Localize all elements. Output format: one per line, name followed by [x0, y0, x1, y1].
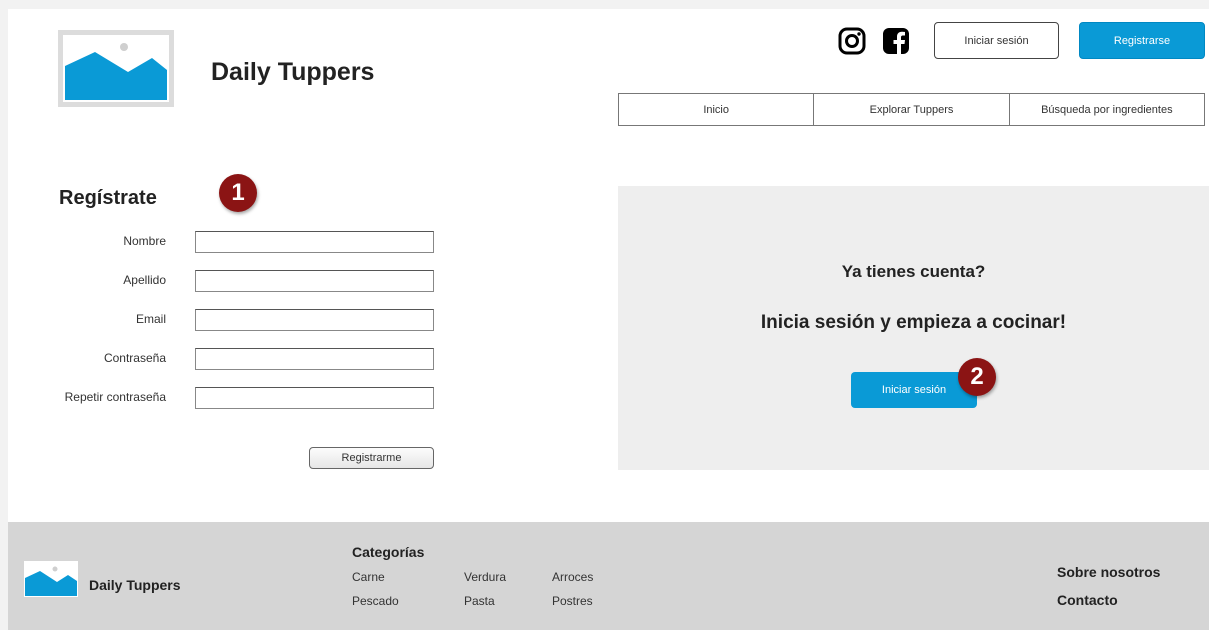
footer-category-verdura[interactable]: Verdura — [464, 570, 506, 584]
footer-category-pescado[interactable]: Pescado — [352, 594, 399, 608]
footer-link-contacto[interactable]: Contacto — [1057, 592, 1118, 608]
facebook-icon[interactable] — [882, 27, 910, 55]
footer-logo-icon[interactable] — [24, 561, 78, 597]
nav-item-explorar[interactable]: Explorar Tuppers — [814, 94, 1010, 125]
main-nav: Inicio Explorar Tuppers Búsqueda por ing… — [618, 93, 1205, 126]
repeat-password-field[interactable] — [195, 387, 434, 409]
page: Daily Tuppers Iniciar sesión Registrarse… — [8, 9, 1209, 630]
apellido-field[interactable] — [195, 270, 434, 292]
login-panel: Ya tienes cuenta? Inicia sesión y empiez… — [618, 186, 1209, 470]
footer-categories-title: Categorías — [352, 544, 425, 560]
nombre-field[interactable] — [195, 231, 434, 253]
password-field[interactable] — [195, 348, 434, 370]
login-button[interactable]: Iniciar sesión — [934, 22, 1059, 59]
login-subtitle: Inicia sesión y empieza a cocinar! — [760, 312, 1067, 333]
label-repetir-contrasena: Repetir contraseña — [64, 390, 166, 404]
login-question: Ya tienes cuenta? — [841, 262, 986, 281]
footer: Daily Tuppers Categorías Carne Verdura A… — [8, 522, 1209, 630]
footer-link-sobre-nosotros[interactable]: Sobre nosotros — [1057, 564, 1160, 580]
nav-item-inicio[interactable]: Inicio — [619, 94, 815, 125]
footer-category-carne[interactable]: Carne — [352, 570, 385, 584]
logo-image[interactable] — [58, 30, 174, 107]
instagram-icon[interactable] — [838, 27, 866, 55]
footer-category-pasta[interactable]: Pasta — [464, 594, 495, 608]
step-badge-2: 2 — [958, 358, 996, 396]
label-contrasena: Contraseña — [103, 351, 166, 365]
label-nombre: Nombre — [123, 234, 166, 248]
image-placeholder-icon — [63, 35, 169, 102]
register-title: Regístrate — [59, 187, 157, 209]
label-apellido: Apellido — [123, 273, 166, 287]
nav-item-busqueda[interactable]: Búsqueda por ingredientes — [1009, 94, 1204, 125]
label-email: Email — [135, 312, 166, 326]
step-badge-1: 1 — [219, 174, 257, 212]
footer-brand: Daily Tuppers — [89, 577, 181, 593]
brand-title: Daily Tuppers — [211, 58, 375, 86]
email-field[interactable] — [195, 309, 434, 331]
register-submit-button[interactable]: Registrarme — [309, 447, 434, 469]
footer-category-arroces[interactable]: Arroces — [552, 570, 593, 584]
register-button[interactable]: Registrarse — [1079, 22, 1205, 59]
footer-category-postres[interactable]: Postres — [552, 594, 593, 608]
